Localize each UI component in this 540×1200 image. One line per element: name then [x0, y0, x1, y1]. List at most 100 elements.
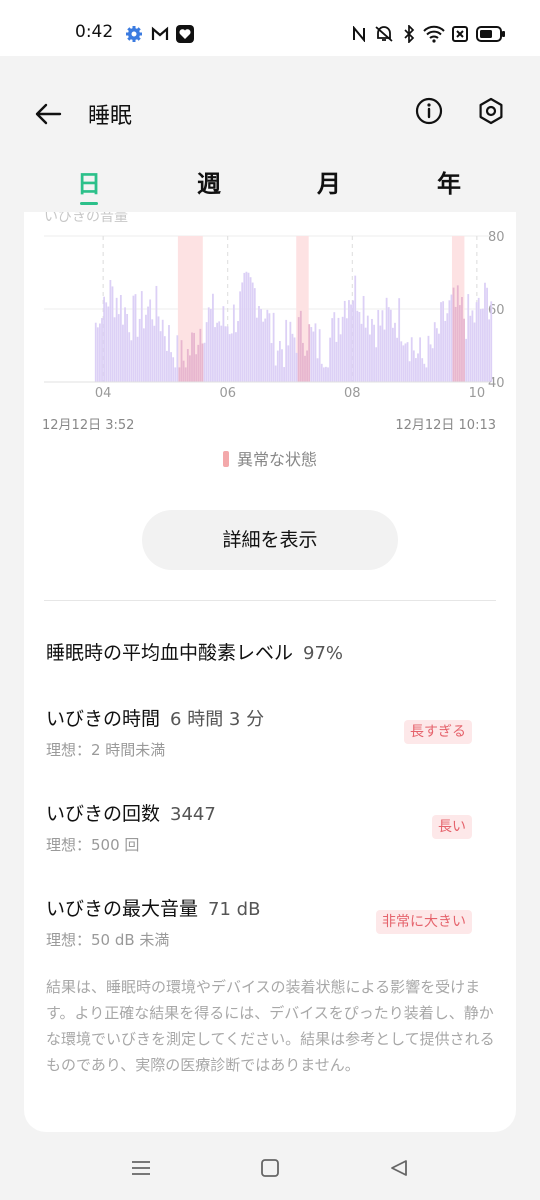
chart-bar: [216, 322, 219, 382]
chart-bar: [201, 343, 204, 382]
chart-bar: [486, 287, 488, 382]
gear-icon: [125, 25, 143, 43]
chart-bar: [276, 350, 279, 382]
chart-bar: [287, 345, 290, 382]
chart-bar: [331, 318, 334, 382]
system-nav-bar: [0, 1136, 540, 1200]
x-tick-label: 06: [219, 386, 236, 401]
metric-spo2-value: 97%: [303, 643, 344, 664]
show-details-button[interactable]: 詳細を表示: [142, 510, 398, 570]
chart-bar: [212, 293, 214, 382]
chart-bar: [122, 324, 124, 382]
chart-bar: [385, 297, 388, 382]
chart-bar: [479, 309, 482, 382]
chart-start-time: 12月12日 3:52: [42, 418, 135, 433]
home-button[interactable]: [256, 1154, 284, 1182]
chart-bar: [291, 333, 294, 382]
metric-snore-duration-title: いびきの時間: [46, 708, 161, 730]
chart-bar: [419, 337, 422, 382]
chart-bar: [189, 355, 191, 382]
chart-bar: [262, 321, 265, 382]
menu-button[interactable]: [127, 1154, 155, 1182]
home-square-icon: [261, 1159, 279, 1177]
chart-bar: [458, 305, 461, 382]
period-tabs: 日 週 月 年: [0, 156, 540, 212]
chart-bar: [136, 336, 139, 382]
hexagon-settings-icon: [479, 97, 503, 125]
page-title: 睡眠: [88, 104, 133, 129]
chart-bar: [155, 285, 158, 382]
info-button[interactable]: [414, 96, 444, 126]
chart-bar: [249, 277, 252, 382]
chart-bar: [427, 335, 430, 382]
chart-bar: [335, 341, 338, 382]
chart-bar: [247, 272, 250, 382]
chart-bar: [435, 328, 438, 382]
metric-snore-count-value: 3447: [170, 804, 216, 825]
status-badge: 長すぎる: [404, 720, 472, 744]
chart-bar: [354, 275, 357, 382]
chart-bar: [337, 317, 340, 382]
chart-bar: [260, 308, 262, 382]
chart-bar: [264, 318, 267, 382]
chart-end-time: 12月12日 10:13: [395, 418, 496, 433]
chart-bar: [251, 282, 254, 382]
chart-bar: [389, 309, 392, 382]
x-tick-label: 08: [344, 386, 361, 401]
chart-bar: [454, 306, 457, 382]
chart-bar: [203, 342, 206, 382]
chart-bar: [220, 325, 223, 382]
chart-bar: [350, 304, 352, 382]
back-button[interactable]: [30, 96, 66, 132]
chart-bar: [147, 306, 149, 382]
settings-button[interactable]: [476, 96, 506, 126]
chart-bar: [408, 361, 411, 382]
tab-week[interactable]: 週: [179, 164, 239, 199]
chart-bar: [205, 322, 208, 382]
snore-volume-chart: 80604004 06 08 10: [44, 230, 505, 401]
chart-bar: [193, 332, 195, 382]
chart-bar: [308, 324, 311, 382]
chart-bar: [442, 301, 445, 382]
chart-bar: [377, 309, 380, 382]
chart-bar: [281, 349, 283, 382]
chart-bar: [450, 294, 453, 382]
chart-bar: [295, 352, 298, 382]
bluetooth-icon: [403, 25, 415, 43]
menu-icon: [132, 1161, 150, 1175]
metric-snore-duration-value: 6 時間 3 分: [170, 709, 265, 730]
chart-bar: [105, 302, 108, 382]
chart-bar: [329, 337, 332, 382]
chart-bar: [113, 317, 116, 382]
info-icon: [415, 97, 443, 125]
chart-bar: [199, 328, 202, 382]
chart-bar: [101, 318, 103, 382]
chart-bar: [325, 366, 327, 382]
heart-app-icon: [176, 25, 194, 43]
chart-bar: [128, 332, 131, 382]
chart-bar: [481, 308, 484, 382]
chart-bar: [387, 307, 390, 382]
chart-bar: [406, 342, 409, 382]
chart-bar: [168, 325, 170, 382]
metric-snore-duration-ideal: 理想：2 時間未満: [46, 741, 166, 759]
chart-bar: [446, 313, 449, 382]
tab-year[interactable]: 年: [419, 164, 479, 199]
chart-bar: [218, 321, 221, 382]
tab-day[interactable]: 日: [59, 164, 119, 199]
legend-label: 異常な状態: [236, 450, 317, 469]
chart-bar: [299, 310, 302, 382]
chart-bar: [373, 324, 375, 382]
back-nav-button[interactable]: [385, 1154, 413, 1182]
chart-bar: [364, 327, 367, 382]
chart-bar: [444, 320, 447, 382]
chart-bar: [235, 332, 237, 382]
tab-month[interactable]: 月: [299, 164, 359, 199]
chart-bar: [320, 363, 323, 382]
status-time: 0:42: [75, 22, 114, 42]
chart-bar: [103, 296, 106, 382]
arrow-left-icon: [35, 103, 62, 125]
chart-bar: [421, 358, 424, 382]
chart-bar: [410, 337, 413, 382]
tab-indicator: [80, 202, 98, 205]
